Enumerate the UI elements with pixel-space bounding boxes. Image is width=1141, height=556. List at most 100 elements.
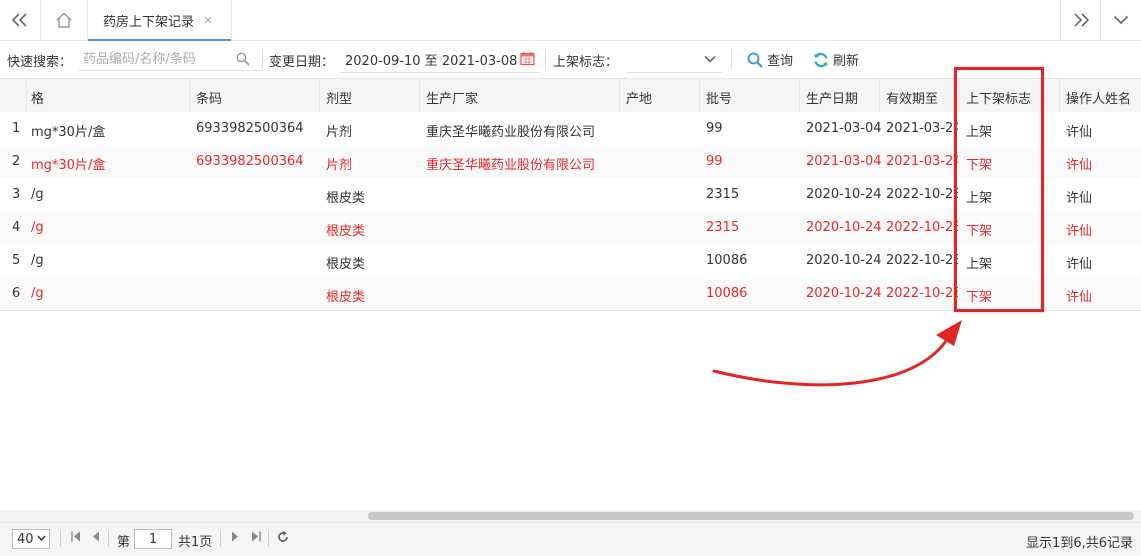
cell-prod-date: 2020-10-24 [806,286,882,301]
cell-row-number: 6 [12,286,21,301]
cell-operator: 许仙 [1066,290,1093,305]
record-info: 显示1到6,共6记录 [1026,536,1133,551]
page-size-select[interactable]: 40 [12,529,50,549]
tab-label: 药房上下架记录 [103,14,195,30]
cell-spec: /g [31,286,44,301]
search-icon[interactable] [236,52,250,70]
cell-form: 片剂 [326,158,353,173]
cell-batch: 99 [706,154,723,169]
column-divider [699,79,700,112]
quick-search-label: 快速搜索： [7,55,73,70]
cell-operator: 许仙 [1066,257,1093,272]
col-header-maker[interactable]: 生产厂家 [426,88,478,107]
query-button[interactable]: 查询 [747,50,793,69]
search-icon [747,52,763,68]
shelf-flag-label: 上架标志： [553,55,619,70]
cell-batch: 10086 [706,286,748,301]
divider [731,49,732,69]
tab-bar: 药房上下架记录 × [0,0,1141,41]
change-date-label: 变更日期： [269,55,335,70]
double-chevron-left-icon[interactable] [0,0,41,40]
scrollbar-thumb[interactable] [368,512,1134,520]
prev-page-icon[interactable] [92,531,100,545]
col-header-spec[interactable]: 格 [31,88,44,107]
divider [108,531,109,547]
refresh-button[interactable]: 刷新 [813,50,859,69]
col-header-prod-date[interactable]: 生产日期 [806,88,858,107]
shelf-flag-select[interactable] [627,48,722,73]
cell-row-number: 4 [12,220,21,235]
cell-barcode: 6933982500364 [196,121,304,136]
column-divider [319,79,320,112]
close-icon[interactable]: × [203,13,213,27]
divider [545,49,546,69]
page-size-value: 40 [17,531,34,547]
column-divider [879,79,880,112]
chevron-down-icon [704,51,716,67]
cell-operator: 许仙 [1066,125,1093,140]
cell-spec: /g [31,220,44,235]
col-header-origin[interactable]: 产地 [626,88,652,107]
cell-maker: 重庆圣华曦药业股份有限公司 [426,158,596,173]
chevron-down-icon[interactable] [1100,0,1141,40]
page-label: 第 [117,535,131,550]
first-page-icon[interactable] [71,531,81,545]
col-header-form[interactable]: 剂型 [326,88,352,107]
total-pages: 共1页 [178,535,213,550]
cell-prod-date: 2021-03-04 [806,121,882,136]
horizontal-scrollbar[interactable] [0,510,1141,522]
col-header-batch[interactable]: 批号 [706,88,732,107]
tab-shelf-records[interactable]: 药房上下架记录 × [88,0,232,41]
refresh-icon [814,52,828,67]
divider [268,531,269,547]
chevron-down-icon [37,531,46,544]
double-chevron-right-icon[interactable] [1060,0,1101,40]
refresh-button-label: 刷新 [833,54,860,69]
cell-expiry: 2022-10-28 [886,253,958,268]
cell-prod-date: 2020-10-24 [806,220,882,235]
cell-operator: 许仙 [1066,158,1093,173]
date-underline [340,72,540,73]
cell-expiry: 2021-03-24 [886,154,958,169]
cell-row-number: 5 [12,253,21,268]
cell-spec: /g [31,187,44,202]
cell-prod-date: 2020-10-24 [806,253,882,268]
last-page-icon[interactable] [251,531,261,545]
cell-expiry: 2022-10-28 [886,187,958,202]
annotation-highlight-box [954,67,1044,312]
query-button-label: 查询 [767,54,794,69]
home-icon[interactable] [41,0,88,40]
annotation-arrow-icon [712,320,962,387]
cell-maker: 重庆圣华曦药业股份有限公司 [426,125,596,140]
cell-expiry: 2022-10-28 [886,220,958,235]
reload-icon[interactable] [277,531,289,546]
cell-row-number: 3 [12,187,21,202]
column-divider [1059,79,1060,112]
column-divider [189,79,190,112]
cell-form: 根皮类 [326,191,366,206]
cell-expiry: 2022-10-28 [886,286,958,301]
cell-batch: 10086 [706,253,748,268]
quick-search-input[interactable] [79,48,262,71]
calendar-icon[interactable] [520,51,535,70]
cell-form: 根皮类 [326,290,366,305]
divider [220,531,221,547]
column-divider [619,79,620,112]
col-header-barcode[interactable]: 条码 [196,88,222,107]
cell-spec: mg*30片/盒 [31,125,106,140]
cell-batch: 2315 [706,187,740,202]
date-range-field[interactable]: 2020-09-10 至 2021-03-08 [345,50,520,70]
cell-row-number: 2 [12,154,21,169]
divider [262,49,263,69]
next-page-icon[interactable] [231,531,239,545]
cell-row-number: 1 [12,121,21,136]
col-header-operator[interactable]: 操作人姓名 [1066,88,1131,107]
page-number-input[interactable]: 1 [134,529,172,549]
cell-prod-date: 2020-10-24 [806,187,882,202]
cell-form: 片剂 [326,125,353,140]
divider [60,531,61,547]
col-header-expiry[interactable]: 有效期至 [886,88,938,107]
pagination-bar: 40 第 1 共1页 显示1到6,共6记录 [0,522,1141,556]
column-divider [26,79,27,112]
cell-spec: /g [31,253,44,268]
